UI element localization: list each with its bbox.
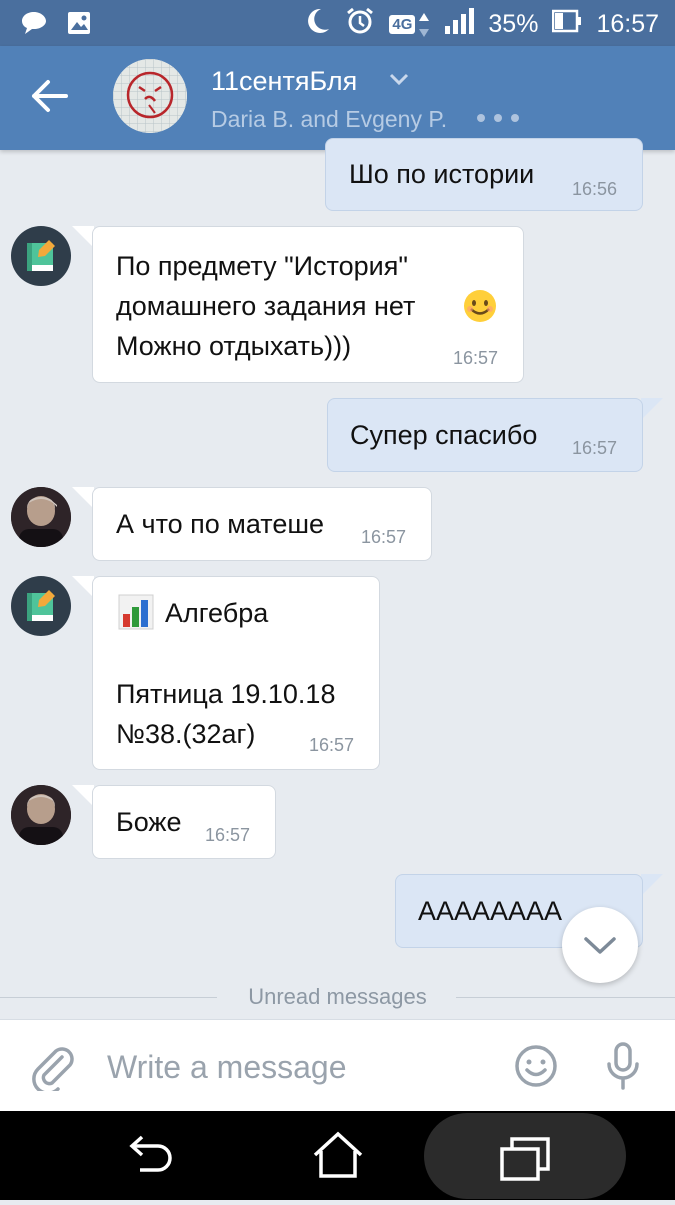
message-text: Супер спасибо xyxy=(350,420,538,450)
message-incoming[interactable]: Алгебра Пятница 19.10.18 №38.(32аг) 16:5… xyxy=(92,576,380,770)
avatar[interactable] xyxy=(11,487,71,547)
bubble-tail xyxy=(72,487,94,509)
bubble-tail xyxy=(641,398,663,420)
status-bar: 4G 35% 16:57 xyxy=(0,0,675,46)
bubble-tail xyxy=(641,874,663,896)
book-icon xyxy=(27,240,55,271)
message-time: 16:57 xyxy=(205,825,251,845)
message-incoming[interactable]: По предмету "История" домашнего задания … xyxy=(92,226,524,383)
scroll-down-button[interactable] xyxy=(562,907,638,983)
bubble-tail xyxy=(72,576,94,598)
microphone-icon[interactable] xyxy=(604,1040,642,1097)
battery-percent: 35% xyxy=(488,10,539,38)
typing-indicator-icon xyxy=(477,114,519,122)
image-icon xyxy=(66,10,92,41)
system-nav-bar xyxy=(0,1111,675,1200)
message-time: 16:57 xyxy=(361,527,407,547)
message-text: Боже xyxy=(116,807,182,837)
message-outgoing[interactable]: Супер спасибо 16:57 xyxy=(327,398,643,472)
avatar[interactable] xyxy=(11,576,71,636)
chat-avatar[interactable] xyxy=(113,59,187,133)
user-photo-icon xyxy=(11,785,71,845)
message-composer xyxy=(0,1019,675,1112)
message-time: 16:57 xyxy=(453,348,499,368)
alarm-icon xyxy=(345,6,375,43)
message-time: 16:57 xyxy=(309,735,355,755)
emoji-icon[interactable] xyxy=(514,1044,558,1093)
moon-icon xyxy=(305,7,331,42)
chat-bubble-icon xyxy=(20,10,48,41)
bubble-tail xyxy=(72,226,94,248)
battery-icon xyxy=(552,8,582,41)
chat-header: 11сентяБля Daria B. and Evgeny P. xyxy=(0,46,675,150)
attach-icon[interactable] xyxy=(30,1043,74,1096)
message-text: По предмету "История" xyxy=(116,251,408,281)
message-incoming[interactable]: А что по матеше 16:57 xyxy=(92,487,432,561)
back-arrow-icon xyxy=(32,80,68,112)
network-label: 4G xyxy=(389,15,416,34)
return-arrow-icon xyxy=(129,1135,172,1172)
nav-back-button[interactable] xyxy=(124,1111,180,1200)
message-text: Алгебра xyxy=(165,598,269,628)
chevron-down-icon[interactable] xyxy=(389,72,409,91)
chat-title[interactable]: 11сентяБля xyxy=(211,66,357,97)
chevron-down-icon xyxy=(584,937,616,954)
avatar[interactable] xyxy=(11,226,71,286)
message-outgoing[interactable]: Шо по истории 16:56 xyxy=(325,138,643,211)
message-text: АААААААА xyxy=(418,896,563,926)
message-text: А что по матеше xyxy=(116,509,325,539)
message-time: 16:56 xyxy=(572,179,618,199)
bar-chart-icon xyxy=(118,594,154,642)
avatar[interactable] xyxy=(11,785,71,845)
message-time: 16:57 xyxy=(572,438,618,458)
nav-home-button[interactable] xyxy=(311,1111,365,1200)
network-4g-icon: 4G xyxy=(389,11,430,39)
message-text: №38.(32аг) xyxy=(116,719,256,749)
bubble-tail xyxy=(72,785,94,807)
message-text: домашнего задания нет xyxy=(116,291,416,321)
message-text: Можно отдыхать))) xyxy=(116,331,352,361)
message-text: Шо по истории xyxy=(349,159,535,189)
unread-divider: Unread messages xyxy=(0,980,675,1016)
recents-icon xyxy=(500,1137,550,1181)
message-input[interactable] xyxy=(105,1042,489,1092)
message-text: Пятница 19.10.18 xyxy=(116,679,336,709)
book-icon xyxy=(27,590,55,621)
status-time: 16:57 xyxy=(596,10,659,38)
user-photo-icon xyxy=(11,487,71,547)
chat-subtitle: Daria B. and Evgeny P. xyxy=(211,106,448,132)
divider-line xyxy=(456,997,675,998)
smiling-face-emoji-icon xyxy=(463,289,497,335)
back-button[interactable] xyxy=(30,78,74,118)
nav-recents-button[interactable] xyxy=(496,1111,554,1200)
home-icon xyxy=(313,1131,363,1178)
signal-icon xyxy=(444,8,475,41)
message-incoming[interactable]: Боже 16:57 xyxy=(92,785,276,859)
